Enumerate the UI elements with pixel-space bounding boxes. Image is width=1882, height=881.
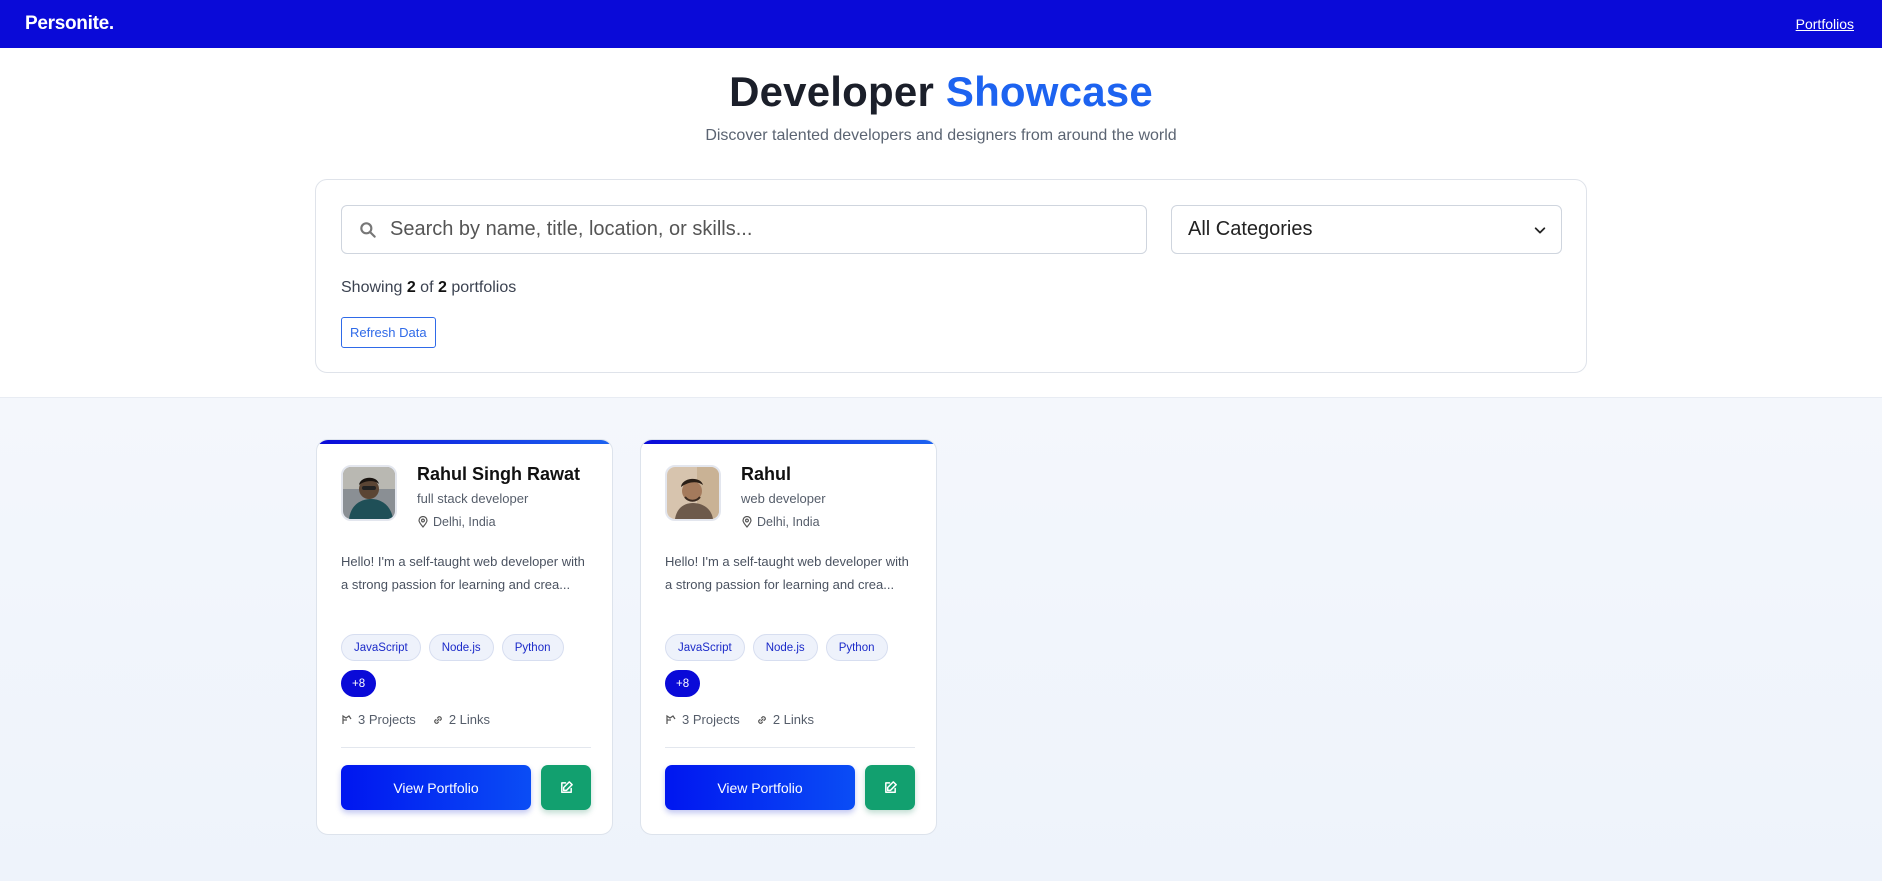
developer-bio: Hello! I'm a self-taught web developer w… — [341, 554, 585, 592]
view-portfolio-button[interactable]: View Portfolio — [665, 765, 855, 810]
developer-location: Delhi, India — [741, 515, 820, 529]
location-text: Delhi, India — [433, 515, 496, 529]
edit-icon — [560, 781, 573, 793]
projects-count: 3 Projects — [358, 712, 416, 727]
skill-tag: Python — [825, 634, 888, 661]
card-accent-bar — [641, 440, 936, 444]
brand-logo[interactable]: Personite. — [25, 13, 114, 35]
nav-link-portfolios[interactable]: Portfolios — [1796, 16, 1854, 32]
avatar — [665, 465, 721, 521]
card-divider — [341, 747, 591, 748]
skill-tag: JavaScript — [665, 634, 745, 661]
top-navbar: Personite. Portfolios — [0, 0, 1882, 48]
projects-stat: 3 Projects — [665, 712, 740, 727]
projects-stat: 3 Projects — [341, 712, 416, 727]
link-icon — [757, 715, 766, 724]
developer-role: full stack developer — [417, 491, 529, 506]
skill-tag: JavaScript — [341, 634, 421, 661]
edit-icon — [884, 781, 897, 793]
projects-icon — [666, 714, 676, 724]
search-box[interactable] — [341, 205, 1147, 254]
developer-role: web developer — [741, 491, 826, 506]
developer-name: Rahul Singh Rawat — [417, 464, 581, 484]
shown-count: 2 — [406, 279, 416, 296]
location-pin-icon — [742, 516, 752, 528]
developer-name: Rahul — [741, 464, 792, 484]
title-main: Developer — [729, 68, 946, 115]
of-text: of — [415, 279, 438, 296]
projects-count: 3 Projects — [682, 712, 740, 727]
projects-icon — [342, 714, 352, 724]
location-text: Delhi, India — [757, 515, 820, 529]
skill-tag: Node.js — [752, 634, 818, 661]
links-count: 2 Links — [448, 712, 491, 727]
total-count: 2 — [437, 279, 447, 296]
card-divider — [665, 747, 915, 748]
links-stat: 2 Links — [756, 712, 814, 727]
skill-tag: Python — [501, 634, 564, 661]
edit-button[interactable] — [865, 765, 915, 810]
title-accent: Showcase — [945, 68, 1153, 115]
page-subtitle: Discover talented developers and designe… — [705, 127, 1177, 144]
location-pin-icon — [418, 516, 428, 528]
developer-bio: Hello! I'm a self-taught web developer w… — [665, 554, 909, 592]
chevron-down-icon — [1534, 227, 1546, 234]
results-count: Showing 2 of 2 portfolios — [341, 279, 516, 297]
category-selected-value: All Categories — [1188, 218, 1313, 240]
card-accent-bar — [317, 440, 612, 444]
skill-tag: Node.js — [428, 634, 494, 661]
more-skills-badge[interactable]: +8 — [665, 670, 701, 697]
skill-tags: JavaScript Node.js Python +8 — [665, 634, 915, 697]
view-portfolio-button[interactable]: View Portfolio — [341, 765, 531, 810]
link-icon — [433, 715, 442, 724]
links-count: 2 Links — [772, 712, 815, 727]
search-input[interactable] — [390, 206, 1130, 252]
category-select[interactable]: All Categories — [1171, 205, 1562, 254]
portfolio-card: Rahul Singh Rawat full stack developer D… — [316, 439, 613, 835]
refresh-data-button[interactable]: Refresh Data — [341, 317, 436, 348]
search-icon — [360, 222, 376, 238]
links-stat: 2 Links — [432, 712, 490, 727]
developer-location: Delhi, India — [417, 515, 496, 529]
card-stats: 3 Projects 2 Links — [341, 712, 490, 727]
showing-suffix: portfolios — [446, 279, 517, 296]
hero-section: Developer Showcase Discover talented dev… — [0, 48, 1882, 398]
page-title: Developer Showcase — [0, 68, 1882, 116]
avatar — [341, 465, 397, 521]
showing-prefix: Showing — [341, 279, 407, 296]
filter-panel: All Categories Showing 2 of 2 portfolios… — [315, 179, 1587, 373]
portfolio-card: Rahul web developer Delhi, India Hello! … — [640, 439, 937, 835]
more-skills-badge[interactable]: +8 — [341, 670, 377, 697]
skill-tags: JavaScript Node.js Python +8 — [341, 634, 591, 697]
edit-button[interactable] — [541, 765, 591, 810]
card-stats: 3 Projects 2 Links — [665, 712, 814, 727]
portfolio-grid: Rahul Singh Rawat full stack developer D… — [0, 398, 1882, 881]
